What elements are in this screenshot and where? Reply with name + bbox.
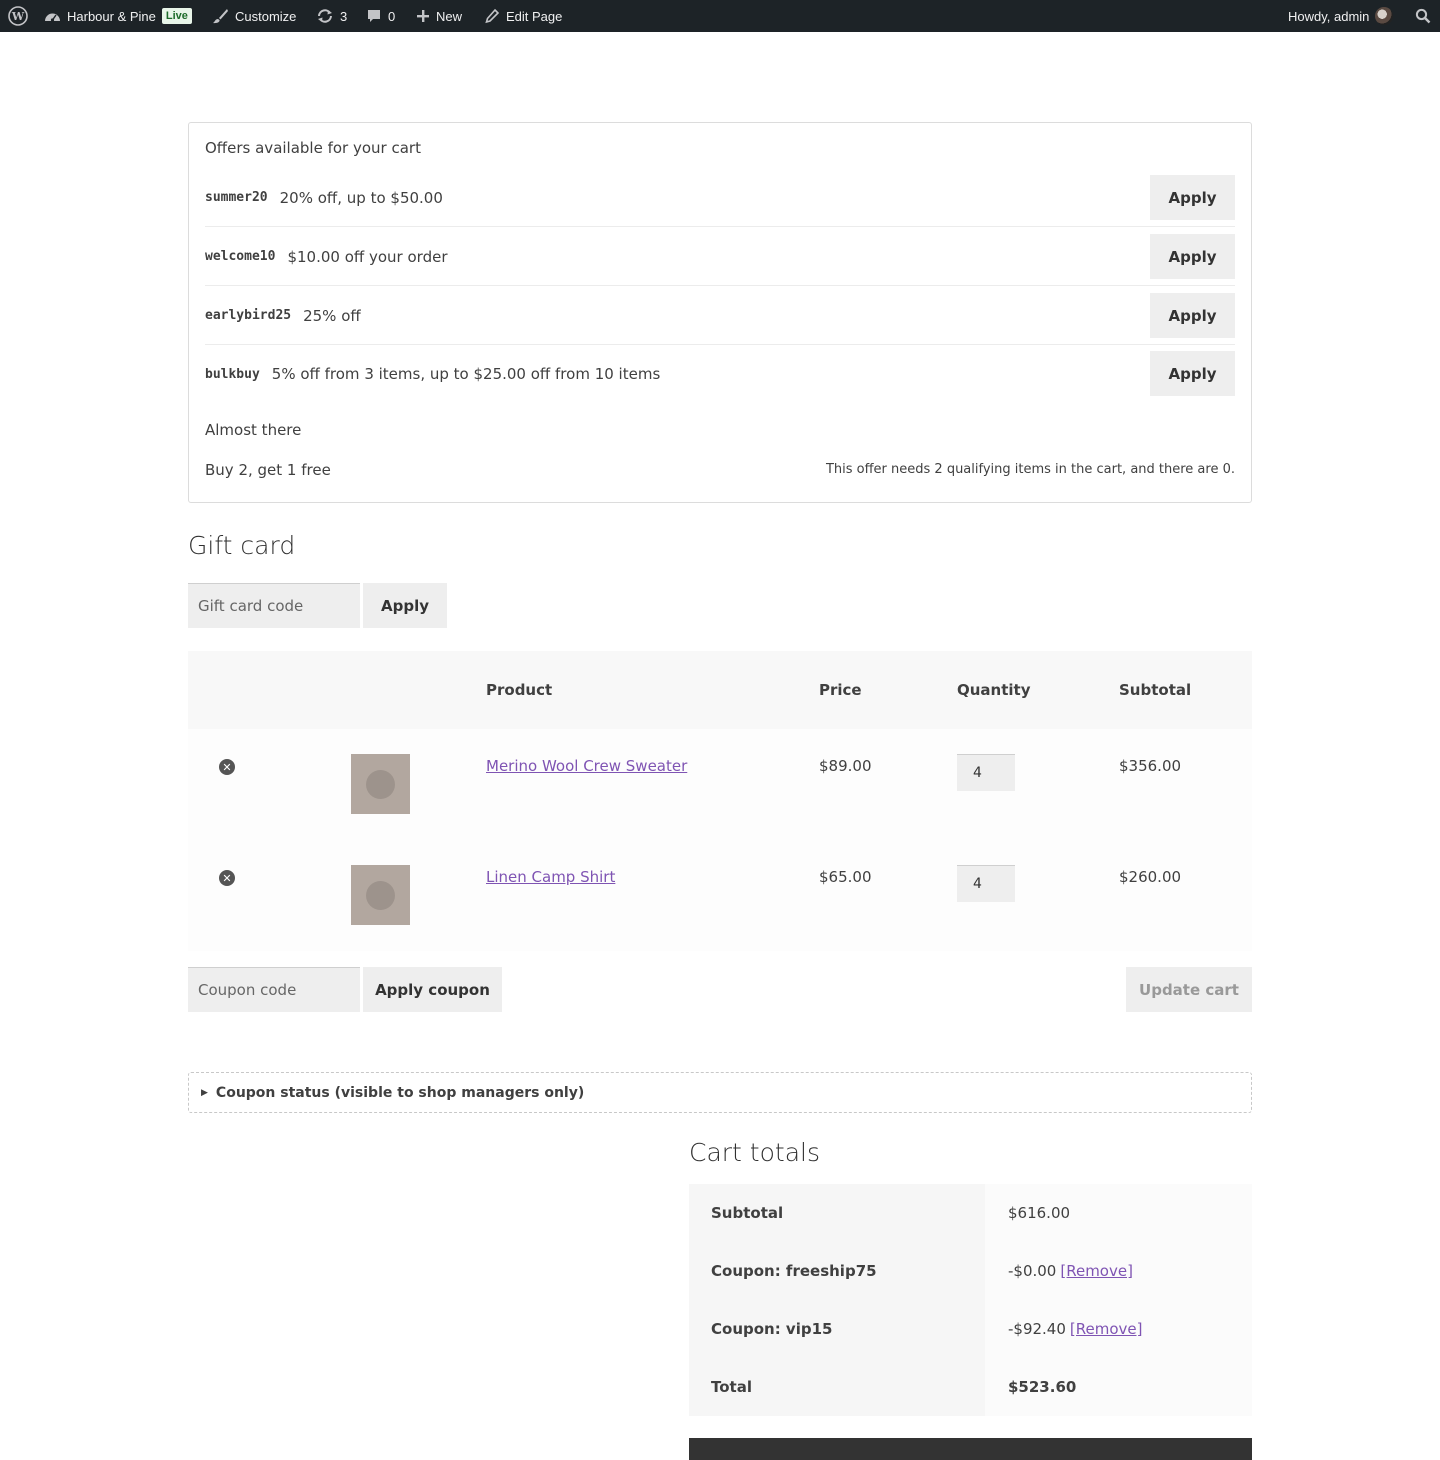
avatar [1375, 7, 1394, 25]
site-name: Harbour & Pine [67, 8, 156, 24]
product-thumbnail[interactable] [351, 754, 410, 814]
remove-coupon-link[interactable]: [Remove] [1070, 1320, 1143, 1338]
totals-label: Subtotal [689, 1184, 985, 1242]
subtotal-amount: $616.00 [1008, 1204, 1071, 1222]
edit-page-link[interactable]: Edit Page [484, 0, 562, 32]
product-subtotal: $356.00 [1119, 757, 1182, 775]
svg-text:W: W [11, 10, 25, 23]
wordpress-logo-icon[interactable]: W [8, 0, 28, 32]
offer-row: welcome10 $10.00 off your order Apply [205, 228, 1235, 286]
almost-offer-name: Buy 2, get 1 free [205, 461, 331, 479]
totals-value: -$0.00 [Remove] [985, 1242, 1252, 1300]
cart-totals-title: Cart totals [689, 1138, 820, 1167]
almost-there-heading: Almost there [205, 421, 302, 439]
updates-link[interactable]: 3 [316, 0, 347, 32]
totals-label: Coupon: vip15 [689, 1300, 985, 1358]
offer-description: 25% off [303, 306, 361, 325]
totals-value: -$92.40 [Remove] [985, 1300, 1252, 1358]
offer-code: welcome10 [205, 249, 276, 264]
account-menu[interactable]: Howdy, admin [1288, 0, 1394, 32]
product-price: $89.00 [819, 757, 872, 775]
product-thumbnail[interactable] [351, 865, 410, 925]
apply-offer-button[interactable]: Apply [1150, 234, 1235, 279]
offer-code: summer20 [205, 190, 268, 205]
quantity-input[interactable] [957, 865, 1015, 902]
apply-offer-button[interactable]: Apply [1150, 175, 1235, 220]
howdy-greeting: Howdy, admin [1288, 8, 1370, 24]
almost-offer-note: This offer needs 2 qualifying items in t… [825, 462, 1235, 477]
new-content-link[interactable]: New [416, 0, 462, 32]
product-link[interactable]: Merino Wool Crew Sweater [486, 757, 687, 775]
header-subtotal: Subtotal [1119, 681, 1192, 699]
totals-row-total: Total $523.60 [689, 1358, 1252, 1416]
offer-code: earlybird25 [205, 308, 292, 323]
coupon-discount: -$0.00 [1008, 1262, 1057, 1280]
updates-count: 3 [340, 8, 348, 24]
offer-row: summer20 20% off, up to $50.00 Apply [205, 169, 1235, 227]
coupon-status-toggle[interactable]: ▶ Coupon status (visible to shop manager… [188, 1072, 1252, 1113]
proceed-to-checkout-button[interactable] [689, 1438, 1252, 1460]
plus-icon [417, 10, 429, 22]
offers-title: Offers available for your cart [205, 139, 421, 157]
coupon-status-label: Coupon status (visible to shop managers … [215, 1084, 585, 1101]
gift-card-input[interactable] [188, 583, 360, 628]
live-badge: Live [161, 8, 192, 24]
offer-description: $10.00 off your order [287, 247, 448, 266]
totals-label: Total [689, 1358, 985, 1416]
admin-bar: W Harbour & Pine Live Customize 3 0 New … [0, 0, 1440, 32]
totals-value: $616.00 [985, 1184, 1252, 1242]
header-price: Price [819, 681, 862, 699]
cart-table-header: Product Price Quantity Subtotal [188, 651, 1252, 729]
search-icon[interactable] [1415, 0, 1431, 32]
comments-link[interactable]: 0 [366, 0, 395, 32]
product-subtotal: $260.00 [1119, 868, 1182, 886]
apply-coupon-button[interactable]: Apply coupon [363, 967, 502, 1012]
product-price: $65.00 [819, 868, 872, 886]
pencil-icon [485, 8, 500, 24]
coupon-discount: -$92.40 [1008, 1320, 1066, 1338]
totals-value: $523.60 [985, 1358, 1252, 1416]
offer-code: bulkbuy [205, 366, 260, 382]
remove-coupon-link[interactable]: [Remove] [1060, 1262, 1133, 1280]
totals-row-coupon: Coupon: freeship75 -$0.00 [Remove] [689, 1242, 1252, 1300]
remove-item-icon[interactable]: ✕ [219, 870, 235, 886]
coupon-code-input[interactable] [188, 967, 360, 1012]
cart-item-row: ✕ Merino Wool Crew Sweater $89.00 $356.0… [188, 729, 1252, 840]
quantity-input[interactable] [957, 754, 1015, 791]
customize-label: Customize [235, 8, 297, 24]
offer-row: bulkbuy 5% off from 3 items, up to $25.0… [205, 345, 1235, 403]
apply-offer-button[interactable]: Apply [1150, 293, 1235, 338]
new-label: New [436, 8, 463, 24]
site-name-menu[interactable]: Harbour & Pine Live [44, 0, 192, 32]
comments-count: 0 [388, 8, 396, 24]
gift-card-title: Gift card [188, 531, 296, 560]
offers-panel: Offers available for your cart summer20 … [188, 122, 1252, 503]
totals-row-subtotal: Subtotal $616.00 [689, 1184, 1252, 1242]
remove-item-icon[interactable]: ✕ [219, 759, 235, 775]
comment-icon [368, 10, 380, 22]
gift-card-apply-button[interactable]: Apply [363, 583, 447, 628]
totals-row-coupon: Coupon: vip15 -$92.40 [Remove] [689, 1300, 1252, 1358]
total-amount: $523.60 [1008, 1378, 1077, 1396]
offer-row: earlybird25 25% off Apply [205, 287, 1235, 345]
dashboard-icon [45, 13, 60, 22]
offer-description: 20% off, up to $50.00 [279, 188, 443, 207]
apply-offer-button[interactable]: Apply [1150, 351, 1235, 396]
product-link[interactable]: Linen Camp Shirt [486, 868, 615, 886]
edit-page-label: Edit Page [506, 8, 563, 24]
paintbrush-icon [213, 9, 228, 24]
update-cart-button[interactable]: Update cart [1126, 967, 1252, 1012]
header-quantity: Quantity [957, 681, 1031, 699]
totals-label: Coupon: freeship75 [689, 1242, 985, 1300]
updates-icon [318, 9, 332, 23]
offer-description: 5% off from 3 items, up to $25.00 off fr… [271, 365, 661, 383]
customize-link[interactable]: Customize [212, 0, 296, 32]
header-product: Product [486, 681, 553, 699]
cart-item-row: ✕ Linen Camp Shirt $65.00 $260.00 [188, 840, 1252, 951]
disclosure-triangle-icon: ▶ [201, 1087, 208, 1098]
